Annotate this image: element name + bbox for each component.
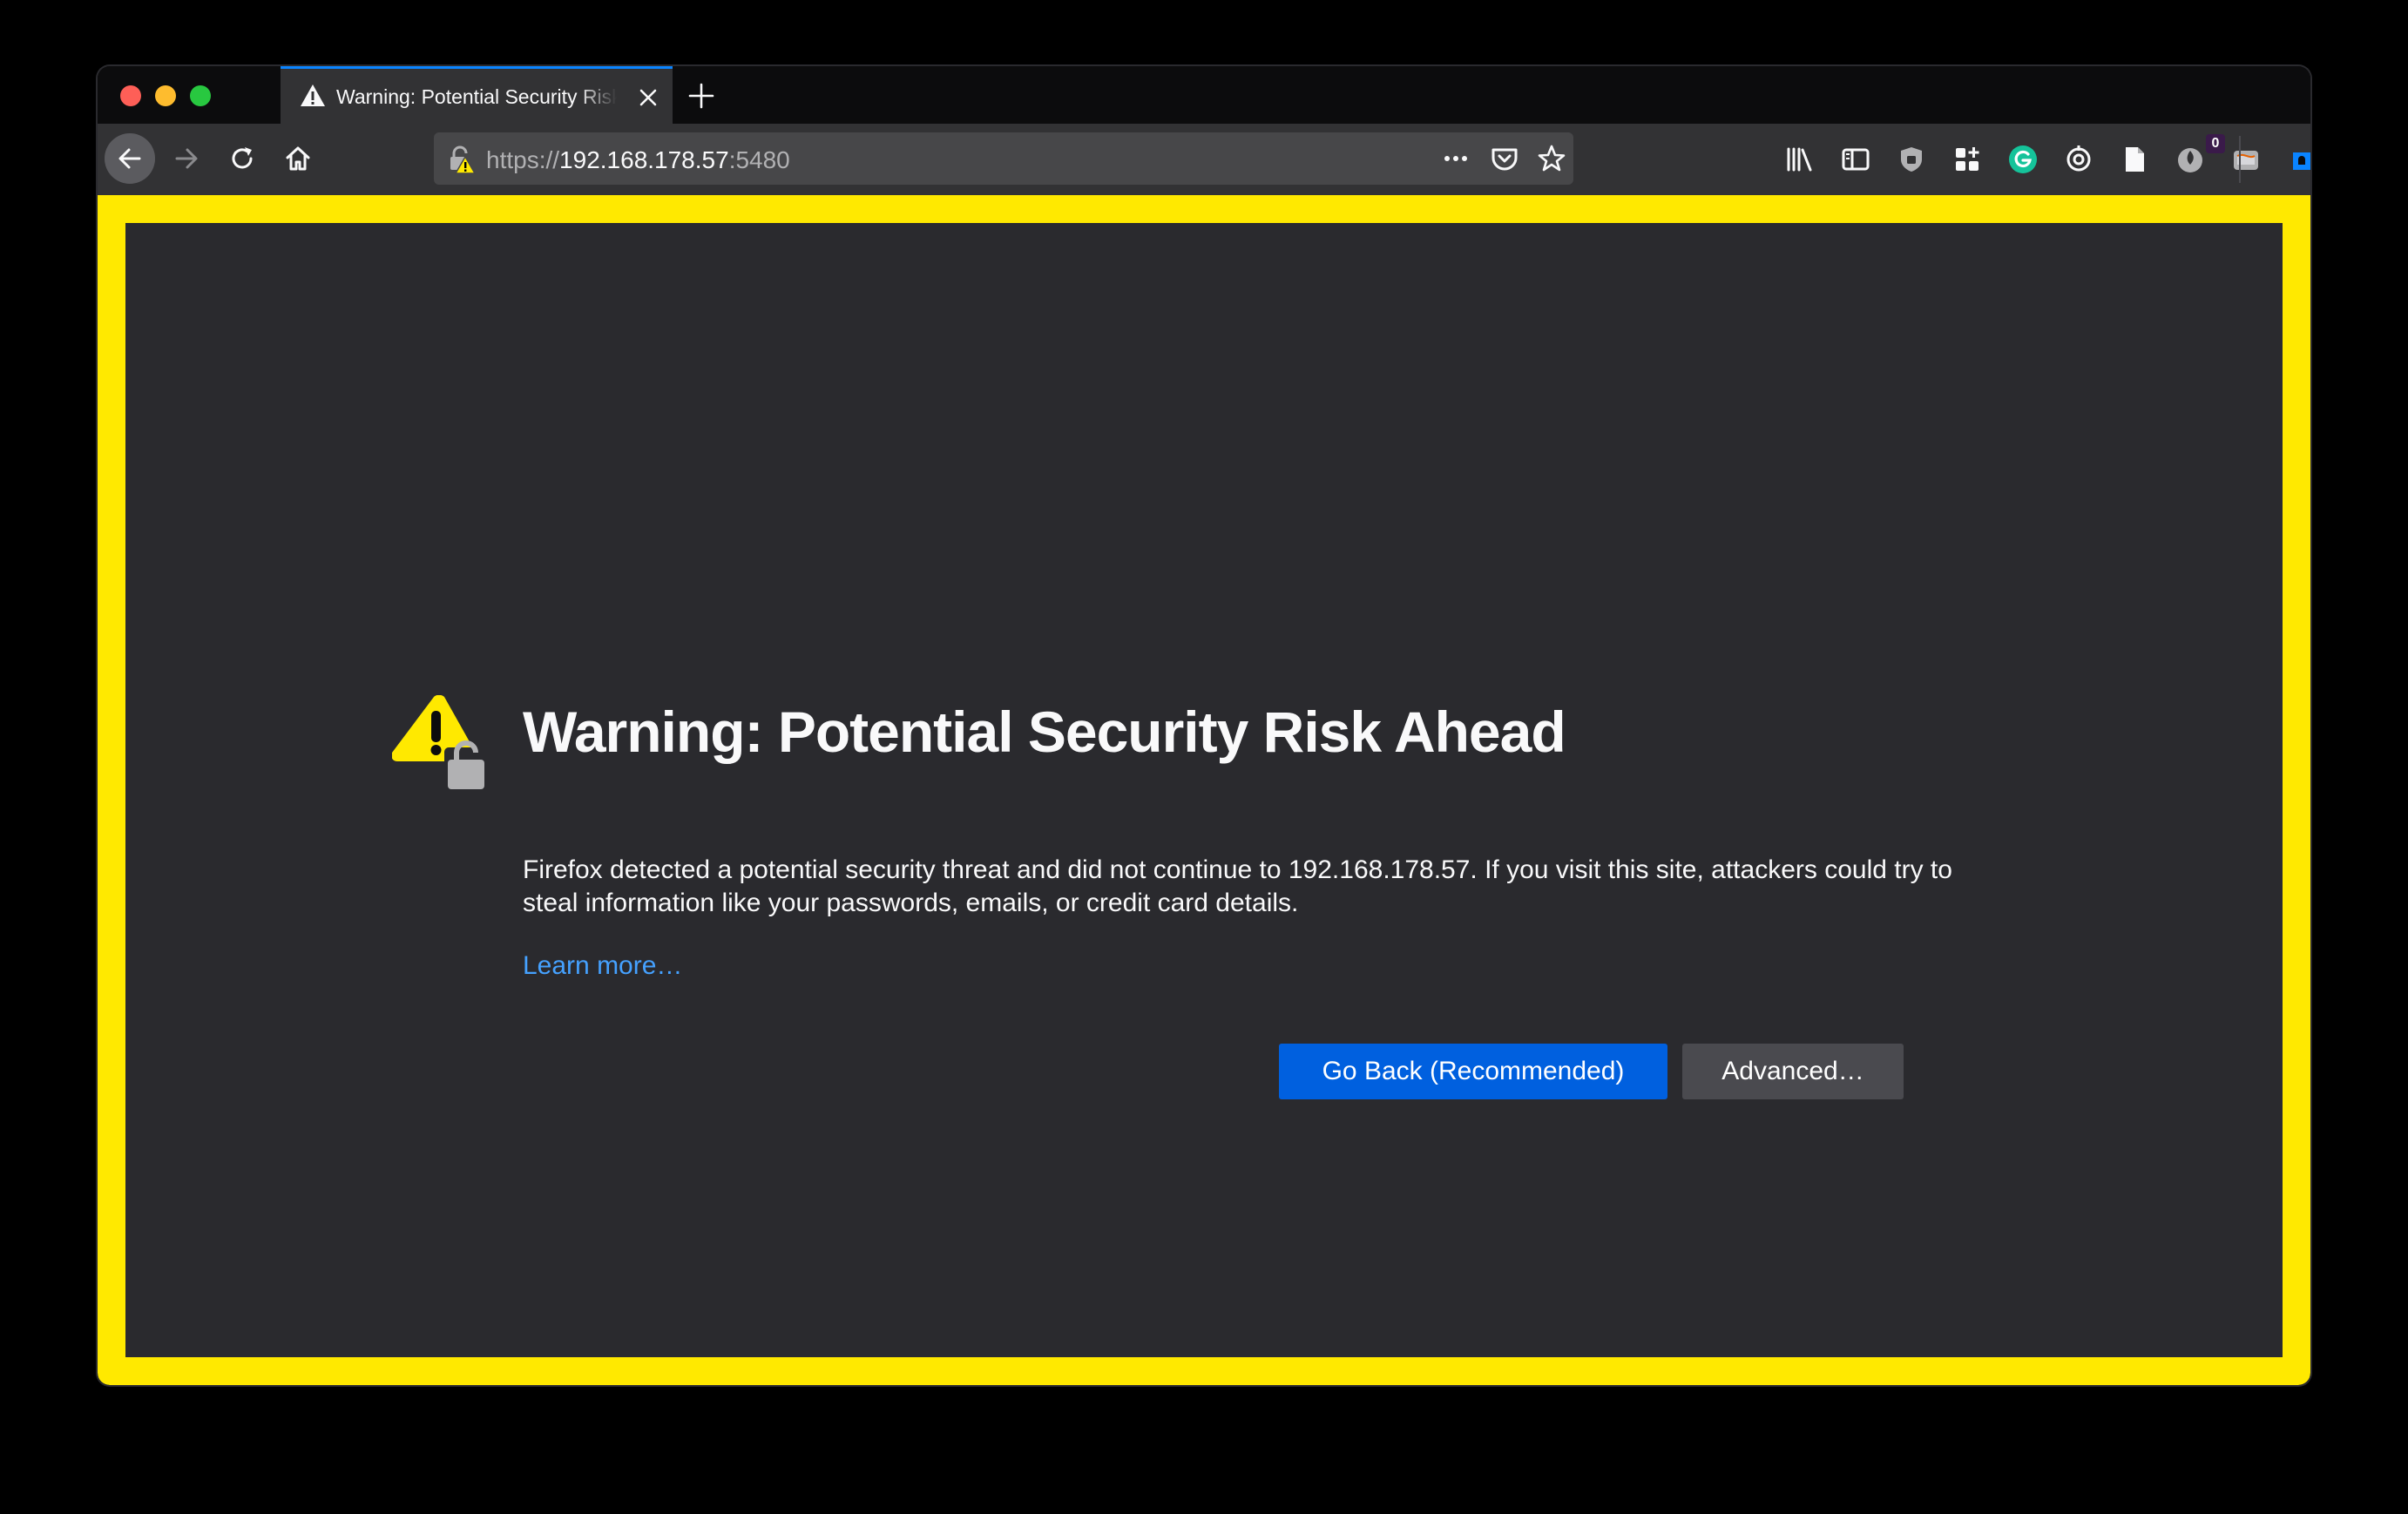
page-actions-icon[interactable] xyxy=(1441,144,1471,173)
browser-window: Warning: Potential Security Risk Ahead xyxy=(98,66,2310,1385)
error-page: Warning: Potential Security Risk Ahead F… xyxy=(125,223,2283,1357)
privacy-extension-icon[interactable] xyxy=(2175,144,2206,175)
warning-lock-icon xyxy=(392,695,488,789)
learn-more-link[interactable]: Learn more… xyxy=(523,951,682,981)
home-icon xyxy=(286,146,310,171)
reload-button[interactable] xyxy=(217,133,267,184)
arrow-right-icon xyxy=(175,148,198,169)
url-host: 192.168.178.57 xyxy=(559,146,729,173)
sync-target-icon[interactable] xyxy=(2063,144,2094,175)
shield-icon[interactable] xyxy=(1896,144,1927,175)
page-title: Warning: Potential Security Risk Ahead xyxy=(523,700,1566,764)
tab-title: Warning: Potential Security Risk Ahead xyxy=(336,85,617,108)
toolbar-separator xyxy=(2239,136,2241,183)
screenshot-icon[interactable] xyxy=(2230,144,2262,175)
close-window-button[interactable] xyxy=(120,85,141,106)
zoom-window-button[interactable] xyxy=(190,85,211,106)
reload-icon xyxy=(232,147,253,169)
warning-icon xyxy=(301,84,325,106)
url-bar[interactable]: https://192.168.178.57:5480 xyxy=(434,132,1573,185)
error-description: Firefox detected a potential security th… xyxy=(523,855,1952,917)
back-button[interactable] xyxy=(105,133,155,184)
sidebar-icon[interactable] xyxy=(1840,144,1871,175)
minimize-window-button[interactable] xyxy=(155,85,176,106)
extension-grid-icon[interactable] xyxy=(1951,144,1983,175)
library-icon[interactable] xyxy=(1784,144,1816,175)
new-tab-icon[interactable] xyxy=(687,81,716,111)
tab-active[interactable]: Warning: Potential Security Risk Ahead xyxy=(281,66,673,124)
bookmark-star-icon[interactable] xyxy=(1537,144,1566,173)
url-scheme: https:// xyxy=(486,146,560,173)
pocket-icon[interactable] xyxy=(1490,144,1519,173)
tab-bar: Warning: Potential Security Risk Ahead xyxy=(98,66,2310,124)
notification-extension-icon[interactable] xyxy=(2286,144,2310,175)
url-text[interactable]: https://192.168.178.57:5480 xyxy=(486,146,790,174)
forward-button[interactable] xyxy=(161,133,212,184)
advanced-button[interactable]: Advanced… xyxy=(1682,1044,1904,1099)
close-tab-icon[interactable] xyxy=(636,85,660,110)
go-back-button[interactable]: Go Back (Recommended) xyxy=(1279,1044,1667,1099)
highlight-frame: Warning: Potential Security Risk Ahead F… xyxy=(98,195,2310,1385)
arrow-left-icon xyxy=(118,148,141,169)
navigation-toolbar: https://192.168.178.57:5480 0 xyxy=(98,124,2310,195)
notification-badge: 0 xyxy=(2206,134,2225,153)
insecure-lock-icon[interactable] xyxy=(446,145,476,174)
document-icon[interactable] xyxy=(2119,144,2150,175)
grammarly-icon[interactable] xyxy=(2007,144,2039,175)
url-port: :5480 xyxy=(728,146,790,173)
home-button[interactable] xyxy=(273,133,323,184)
